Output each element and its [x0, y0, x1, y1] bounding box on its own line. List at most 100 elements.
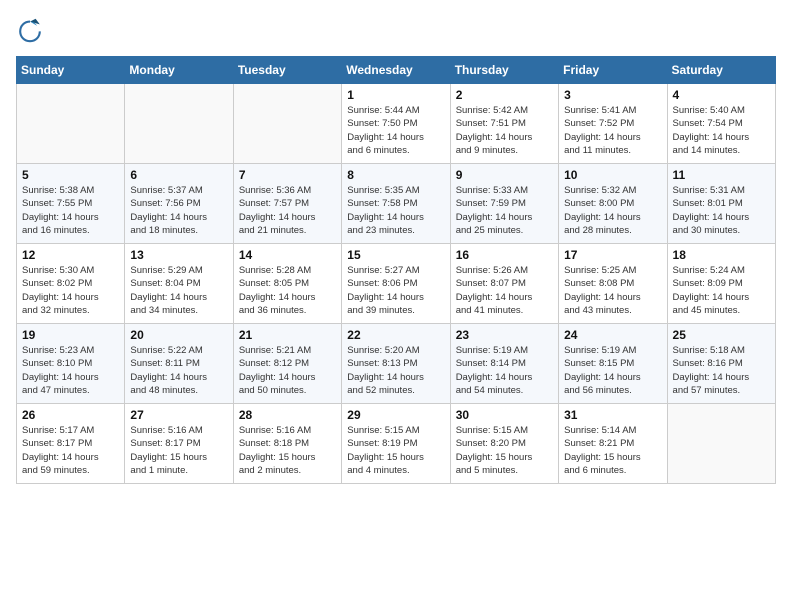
day-info: Sunrise: 5:36 AM Sunset: 7:57 PM Dayligh… — [239, 184, 336, 237]
calendar-cell: 17 Sunrise: 5:25 AM Sunset: 8:08 PM Dayli… — [559, 244, 667, 324]
calendar-cell — [125, 84, 233, 164]
day-number: 3 — [564, 88, 661, 102]
day-info: Sunrise: 5:16 AM Sunset: 8:17 PM Dayligh… — [130, 424, 227, 477]
header-day-saturday: Saturday — [667, 57, 775, 84]
day-info: Sunrise: 5:24 AM Sunset: 8:09 PM Dayligh… — [673, 264, 770, 317]
day-number: 5 — [22, 168, 119, 182]
calendar-cell: 25Sunrise: 5:18 AM Sunset: 8:16 PM Dayli… — [667, 324, 775, 404]
header-day-wednesday: Wednesday — [342, 57, 450, 84]
day-info: Sunrise: 5:31 AM Sunset: 8:01 PM Dayligh… — [673, 184, 770, 237]
calendar-cell: 27 Sunrise: 5:16 AM Sunset: 8:17 PM Dayli… — [125, 404, 233, 484]
calendar-cell: 6 Sunrise: 5:37 AM Sunset: 7:56 PM Daylig… — [125, 164, 233, 244]
day-number: 31 — [564, 408, 661, 422]
calendar-cell: 13 Sunrise: 5:29 AM Sunset: 8:04 PM Dayli… — [125, 244, 233, 324]
day-info: Sunrise: 5:19 AM Sunset: 8:14 PM Dayligh… — [456, 344, 553, 397]
day-info: Sunrise: 5:33 AM Sunset: 7:59 PM Dayligh… — [456, 184, 553, 237]
day-number: 21 — [239, 328, 336, 342]
day-info: Sunrise: 5:20 AM Sunset: 8:13 PM Dayligh… — [347, 344, 444, 397]
day-number: 15 — [347, 248, 444, 262]
header-day-thursday: Thursday — [450, 57, 558, 84]
calendar-cell: 16 Sunrise: 5:26 AM Sunset: 8:07 PM Dayli… — [450, 244, 558, 324]
calendar-cell: 24Sunrise: 5:19 AM Sunset: 8:15 PM Dayli… — [559, 324, 667, 404]
day-number: 12 — [22, 248, 119, 262]
logo — [16, 16, 48, 44]
calendar-cell: 29 Sunrise: 5:15 AM Sunset: 8:19 PM Dayli… — [342, 404, 450, 484]
day-number: 7 — [239, 168, 336, 182]
calendar-cell: 21Sunrise: 5:21 AM Sunset: 8:12 PM Dayli… — [233, 324, 341, 404]
day-info: Sunrise: 5:15 AM Sunset: 8:19 PM Dayligh… — [347, 424, 444, 477]
day-info: Sunrise: 5:25 AM Sunset: 8:08 PM Dayligh… — [564, 264, 661, 317]
calendar-cell: 31 Sunrise: 5:14 AM Sunset: 8:21 PM Dayli… — [559, 404, 667, 484]
week-row-3: 12Sunrise: 5:30 AM Sunset: 8:02 PM Dayli… — [17, 244, 776, 324]
day-info: Sunrise: 5:19 AM Sunset: 8:15 PM Dayligh… — [564, 344, 661, 397]
header-day-sunday: Sunday — [17, 57, 125, 84]
day-info: Sunrise: 5:37 AM Sunset: 7:56 PM Dayligh… — [130, 184, 227, 237]
day-number: 8 — [347, 168, 444, 182]
calendar-cell: 4 Sunrise: 5:40 AM Sunset: 7:54 PM Daylig… — [667, 84, 775, 164]
calendar-cell: 7 Sunrise: 5:36 AM Sunset: 7:57 PM Daylig… — [233, 164, 341, 244]
day-info: Sunrise: 5:41 AM Sunset: 7:52 PM Dayligh… — [564, 104, 661, 157]
calendar-table: SundayMondayTuesdayWednesdayThursdayFrid… — [16, 56, 776, 484]
calendar-cell: 12Sunrise: 5:30 AM Sunset: 8:02 PM Dayli… — [17, 244, 125, 324]
day-number: 6 — [130, 168, 227, 182]
header-row: SundayMondayTuesdayWednesdayThursdayFrid… — [17, 57, 776, 84]
day-number: 19 — [22, 328, 119, 342]
day-number: 17 — [564, 248, 661, 262]
day-number: 30 — [456, 408, 553, 422]
day-number: 22 — [347, 328, 444, 342]
week-row-5: 26Sunrise: 5:17 AM Sunset: 8:17 PM Dayli… — [17, 404, 776, 484]
week-row-1: 1 Sunrise: 5:44 AM Sunset: 7:50 PM Daylig… — [17, 84, 776, 164]
day-info: Sunrise: 5:42 AM Sunset: 7:51 PM Dayligh… — [456, 104, 553, 157]
day-number: 2 — [456, 88, 553, 102]
header-day-monday: Monday — [125, 57, 233, 84]
calendar-cell: 10 Sunrise: 5:32 AM Sunset: 8:00 PM Dayli… — [559, 164, 667, 244]
calendar-cell: 19 Sunrise: 5:23 AM Sunset: 8:10 PM Dayli… — [17, 324, 125, 404]
calendar-cell: 20Sunrise: 5:22 AM Sunset: 8:11 PM Dayli… — [125, 324, 233, 404]
day-number: 28 — [239, 408, 336, 422]
calendar-cell — [233, 84, 341, 164]
week-row-2: 5Sunrise: 5:38 AM Sunset: 7:55 PM Daylig… — [17, 164, 776, 244]
header-day-friday: Friday — [559, 57, 667, 84]
calendar-header: SundayMondayTuesdayWednesdayThursdayFrid… — [17, 57, 776, 84]
week-row-4: 19 Sunrise: 5:23 AM Sunset: 8:10 PM Dayli… — [17, 324, 776, 404]
day-info: Sunrise: 5:28 AM Sunset: 8:05 PM Dayligh… — [239, 264, 336, 317]
day-info: Sunrise: 5:14 AM Sunset: 8:21 PM Dayligh… — [564, 424, 661, 477]
day-info: Sunrise: 5:26 AM Sunset: 8:07 PM Dayligh… — [456, 264, 553, 317]
calendar-cell: 2 Sunrise: 5:42 AM Sunset: 7:51 PM Daylig… — [450, 84, 558, 164]
day-info: Sunrise: 5:27 AM Sunset: 8:06 PM Dayligh… — [347, 264, 444, 317]
day-number: 25 — [673, 328, 770, 342]
day-number: 11 — [673, 168, 770, 182]
day-number: 10 — [564, 168, 661, 182]
day-info: Sunrise: 5:23 AM Sunset: 8:10 PM Dayligh… — [22, 344, 119, 397]
day-info: Sunrise: 5:29 AM Sunset: 8:04 PM Dayligh… — [130, 264, 227, 317]
day-number: 13 — [130, 248, 227, 262]
calendar-cell: 26Sunrise: 5:17 AM Sunset: 8:17 PM Dayli… — [17, 404, 125, 484]
calendar-cell — [667, 404, 775, 484]
day-number: 16 — [456, 248, 553, 262]
day-info: Sunrise: 5:32 AM Sunset: 8:00 PM Dayligh… — [564, 184, 661, 237]
day-number: 9 — [456, 168, 553, 182]
calendar-cell: 3 Sunrise: 5:41 AM Sunset: 7:52 PM Daylig… — [559, 84, 667, 164]
day-info: Sunrise: 5:16 AM Sunset: 8:18 PM Dayligh… — [239, 424, 336, 477]
logo-icon — [16, 16, 44, 44]
day-number: 20 — [130, 328, 227, 342]
day-info: Sunrise: 5:15 AM Sunset: 8:20 PM Dayligh… — [456, 424, 553, 477]
calendar-cell: 1 Sunrise: 5:44 AM Sunset: 7:50 PM Daylig… — [342, 84, 450, 164]
day-number: 29 — [347, 408, 444, 422]
day-number: 1 — [347, 88, 444, 102]
calendar-cell: 8 Sunrise: 5:35 AM Sunset: 7:58 PM Daylig… — [342, 164, 450, 244]
calendar-cell: 23Sunrise: 5:19 AM Sunset: 8:14 PM Dayli… — [450, 324, 558, 404]
calendar-cell: 28 Sunrise: 5:16 AM Sunset: 8:18 PM Dayli… — [233, 404, 341, 484]
day-number: 4 — [673, 88, 770, 102]
calendar-cell: 11 Sunrise: 5:31 AM Sunset: 8:01 PM Dayli… — [667, 164, 775, 244]
day-number: 18 — [673, 248, 770, 262]
calendar-cell: 15 Sunrise: 5:27 AM Sunset: 8:06 PM Dayli… — [342, 244, 450, 324]
day-info: Sunrise: 5:40 AM Sunset: 7:54 PM Dayligh… — [673, 104, 770, 157]
calendar-cell — [17, 84, 125, 164]
calendar-cell: 18 Sunrise: 5:24 AM Sunset: 8:09 PM Dayli… — [667, 244, 775, 324]
day-number: 27 — [130, 408, 227, 422]
header-day-tuesday: Tuesday — [233, 57, 341, 84]
day-info: Sunrise: 5:44 AM Sunset: 7:50 PM Dayligh… — [347, 104, 444, 157]
day-info: Sunrise: 5:35 AM Sunset: 7:58 PM Dayligh… — [347, 184, 444, 237]
calendar-body: 1 Sunrise: 5:44 AM Sunset: 7:50 PM Daylig… — [17, 84, 776, 484]
